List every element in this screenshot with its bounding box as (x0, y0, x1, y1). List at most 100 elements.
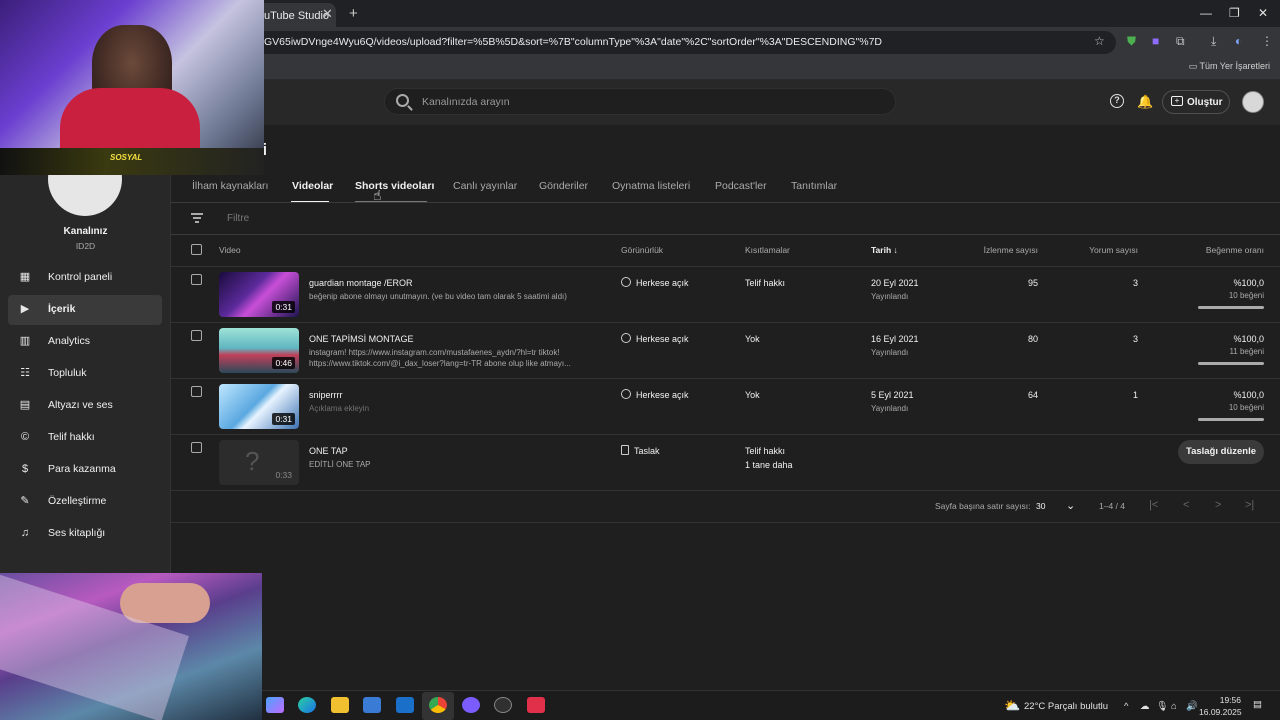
notification-center-icon[interactable]: ▤ (1253, 699, 1262, 710)
video-title[interactable]: ONE TAP (309, 446, 348, 456)
video-title[interactable]: sniperrrr (309, 390, 343, 400)
chrome-icon[interactable] (429, 697, 447, 713)
channel-handle: ID2D (75, 241, 96, 251)
filter-icon[interactable] (191, 213, 203, 223)
account-avatar[interactable] (1242, 91, 1264, 113)
visibility-status[interactable]: Herkese açık (621, 277, 689, 288)
tab-shorts[interactable]: Shorts videoları (355, 180, 434, 192)
column-visibility[interactable]: Görünürlük (621, 245, 663, 255)
tab-promotions[interactable]: Tanıtımlar (791, 180, 837, 192)
video-thumbnail[interactable]: 0:31 (219, 384, 299, 429)
video-thumbnail[interactable]: ? 0:33 (219, 440, 299, 485)
visibility-status: Taslak (621, 445, 660, 456)
tab-close-icon[interactable]: ✕ (322, 6, 333, 22)
subtitles-icon: ▤ (19, 399, 31, 411)
new-tab-icon[interactable]: + (349, 5, 358, 22)
outlook-icon[interactable] (396, 697, 414, 713)
tab-posts[interactable]: Gönderiler (539, 180, 588, 192)
globe-icon (621, 333, 631, 343)
sidebar-item-analytics[interactable]: ▥ Analytics (8, 327, 162, 357)
row-checkbox[interactable] (191, 442, 202, 453)
sidebar-item-content[interactable]: ▶ İçerik (8, 295, 162, 325)
select-all-checkbox[interactable] (191, 244, 202, 255)
community-icon: ☷ (20, 367, 30, 379)
sort-arrow-down-icon: ↓ (893, 245, 898, 255)
close-window-icon[interactable]: ✕ (1258, 6, 1268, 20)
copilot-icon[interactable] (266, 697, 284, 713)
sidebar-item-audio-library[interactable]: ♫ Ses kitaplığı (8, 519, 162, 549)
like-ratio: %100,0 (1233, 334, 1264, 344)
microphone-icon[interactable]: 🎙 (1156, 701, 1168, 712)
extension-purple-icon[interactable]: ■ (1152, 34, 1159, 48)
tab-live[interactable]: Canlı yayınlar (453, 180, 517, 192)
sidebar-item-monetization[interactable]: $ Para kazanma (8, 455, 162, 485)
profile-icon[interactable]: ◐ (1235, 34, 1242, 48)
comment-count: 1 (1132, 390, 1138, 400)
tray-app-icon[interactable]: ☁ (1140, 701, 1150, 712)
extension-shield-icon[interactable]: ⛊ (1127, 34, 1136, 49)
video-description[interactable]: Açıklama ekleyin (309, 403, 589, 414)
video-thumbnail[interactable]: 0:46 (219, 328, 299, 373)
bookmark-star-icon[interactable]: ☆ (1094, 34, 1105, 48)
rows-per-page-value[interactable]: 30 (1036, 501, 1045, 511)
audio-library-icon: ♫ (20, 527, 30, 539)
stream-banner: SOSYAL (0, 148, 264, 175)
sidebar-item-copyright[interactable]: © Telif hakkı (8, 423, 162, 453)
obs-icon[interactable] (494, 697, 512, 713)
clock-date[interactable]: 16.09.2025 (1199, 707, 1242, 717)
download-icon[interactable]: ⤓ (1211, 34, 1216, 49)
tray-chevron-up-icon[interactable]: ^ (1124, 701, 1128, 712)
app-red-icon[interactable] (527, 697, 545, 713)
column-comments[interactable]: Yorum sayısı (1070, 245, 1138, 255)
first-page-icon[interactable]: |< (1149, 499, 1158, 511)
visibility-status[interactable]: Herkese açık (621, 389, 689, 400)
video-title[interactable]: ONE TAPİMSİ MONTAGE (309, 334, 414, 344)
pager-divider (171, 522, 1280, 523)
view-count: 95 (1027, 278, 1038, 288)
network-icon[interactable]: ⌂ (1171, 701, 1177, 712)
view-count: 80 (1027, 334, 1038, 344)
column-views[interactable]: İzlenme sayısı (965, 245, 1038, 255)
extensions-puzzle-icon[interactable]: ⧉ (1176, 34, 1185, 49)
notifications-bell-icon[interactable]: 🔔 (1137, 94, 1153, 110)
sidebar-item-subtitles[interactable]: ▤ Altyazı ve ses (8, 391, 162, 421)
last-page-icon[interactable]: >| (1245, 499, 1254, 511)
help-icon[interactable]: ? (1110, 94, 1124, 108)
filter-input[interactable]: Filtre (227, 213, 249, 224)
restriction-status[interactable]: Telif hakkı 1 tane daha (745, 444, 793, 472)
tab-podcasts[interactable]: Podcast'ler (715, 180, 767, 192)
column-restrictions[interactable]: Kısıtlamalar (745, 245, 790, 255)
restriction-status[interactable]: Telif hakkı (745, 276, 785, 290)
chevron-down-icon[interactable]: ⌄ (1066, 499, 1075, 512)
clock-time[interactable]: 19:56 (1203, 695, 1241, 705)
row-checkbox[interactable] (191, 330, 202, 341)
prev-page-icon[interactable]: < (1183, 499, 1189, 511)
column-date[interactable]: Tarih ↓ (871, 245, 898, 255)
weather-text[interactable]: 22°C Parçalı bulutlu (1024, 701, 1108, 712)
sidebar-item-dashboard[interactable]: ▦ Kontrol paneli (8, 263, 162, 293)
minimize-icon[interactable]: — (1200, 6, 1212, 20)
next-page-icon[interactable]: > (1215, 499, 1221, 511)
volume-icon[interactable]: 🔊 (1186, 701, 1198, 712)
tab-videos[interactable]: Videolar (292, 180, 333, 192)
row-checkbox[interactable] (191, 386, 202, 397)
edit-draft-button[interactable]: Taslağı düzenle (1178, 440, 1264, 464)
edge-browser-icon[interactable] (298, 697, 316, 713)
browser-menu-icon[interactable]: ⋮ (1261, 34, 1273, 48)
row-checkbox[interactable] (191, 274, 202, 285)
store-icon[interactable] (363, 697, 381, 713)
restore-icon[interactable]: ❐ (1229, 6, 1240, 20)
streamer-hand (120, 583, 210, 623)
visibility-status[interactable]: Herkese açık (621, 333, 689, 344)
file-explorer-icon[interactable] (331, 697, 349, 713)
address-bar[interactable]: GV65iwDVnge4Wyu6Q/videos/upload?filter=%… (250, 31, 1116, 54)
sidebar-item-customization[interactable]: ✎ Özelleştirme (8, 487, 162, 517)
sidebar-item-community[interactable]: ☷ Topluluk (8, 359, 162, 389)
all-bookmarks[interactable]: ▭ Tüm Yer İşaretleri (1189, 61, 1270, 72)
discord-icon[interactable] (462, 697, 480, 713)
tab-inspiration[interactable]: İlham kaynakları (192, 180, 268, 192)
column-likes[interactable]: Beğenme oranı (1184, 245, 1264, 255)
video-title[interactable]: guardian montage /EROR (309, 278, 413, 288)
tab-playlists[interactable]: Oynatma listeleri (612, 180, 690, 192)
video-thumbnail[interactable]: 0:31 (219, 272, 299, 317)
